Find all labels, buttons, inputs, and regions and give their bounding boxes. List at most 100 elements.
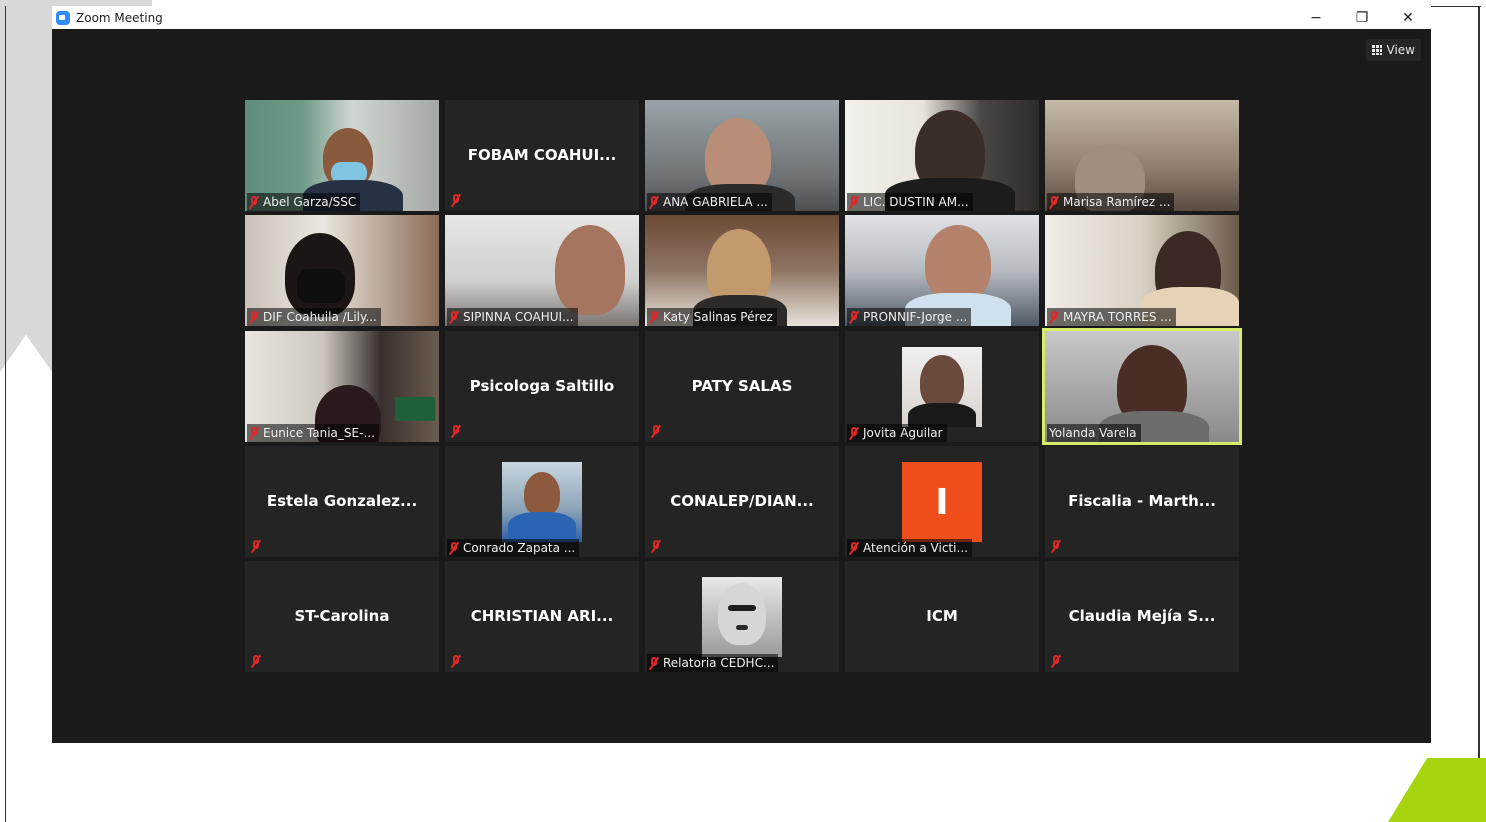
- window-title: Zoom Meeting: [76, 10, 163, 25]
- participant-figure: [718, 583, 766, 645]
- muted-microphone-icon: [249, 195, 259, 209]
- muted-microphone-icon: [1051, 540, 1061, 553]
- participant-figure: [524, 472, 560, 516]
- participant-name: DIF Coahuila /Lily...: [263, 310, 377, 324]
- muted-microphone-icon: [651, 540, 661, 553]
- muted-microphone-icon: [1049, 310, 1059, 324]
- participant-name: CONALEP/DIAN...: [670, 492, 814, 510]
- participant-tile[interactable]: SIPINNA COAHUI...: [445, 215, 639, 326]
- participant-tile[interactable]: ST-Carolina: [245, 561, 439, 672]
- grid-view-icon: [1371, 45, 1382, 55]
- aquarium: [395, 397, 435, 421]
- participant-tile[interactable]: Fiscalia - Marth...: [1045, 446, 1239, 557]
- participant-figure: [920, 355, 964, 409]
- participant-name: PRONNIF-Jorge ...: [863, 310, 968, 324]
- participant-tile[interactable]: Relatoria CEDHC...: [645, 561, 839, 672]
- window-controls: − ❐ ✕: [1293, 6, 1431, 29]
- participant-tile[interactable]: CONALEP/DIAN...: [645, 446, 839, 557]
- participant-tile[interactable]: Estela Gonzalez...: [245, 446, 439, 557]
- participant-name: ANA GABRIELA ...: [663, 195, 768, 209]
- participant-name: SIPINNA COAHUI...: [463, 310, 574, 324]
- view-button[interactable]: View: [1365, 39, 1421, 61]
- participant-name: ICM: [926, 607, 958, 625]
- participant-tile[interactable]: Jovita Aguilar: [845, 331, 1039, 442]
- muted-microphone-icon: [649, 195, 659, 209]
- participant-name: Jovita Aguilar: [863, 426, 943, 440]
- participant-tile[interactable]: Katy Salinas Pérez: [645, 215, 839, 326]
- participant-name-label: MAYRA TORRES ...: [1047, 308, 1176, 326]
- muted-microphone-icon: [249, 426, 259, 440]
- muted-microphone-icon: [449, 541, 459, 555]
- profile-photo: [502, 462, 582, 542]
- participant-tile[interactable]: Eunice Tania_SE-...: [245, 331, 439, 442]
- title-bar[interactable]: Zoom Meeting − ❐ ✕: [52, 6, 1431, 29]
- slide-decoration-green: [1388, 758, 1486, 822]
- participant-tile[interactable]: PRONNIF-Jorge ...: [845, 215, 1039, 326]
- muted-microphone-icon: [649, 656, 659, 670]
- participant-name: PATY SALAS: [691, 377, 793, 395]
- restore-button[interactable]: ❐: [1339, 6, 1385, 29]
- participant-name: Fiscalia - Marth...: [1068, 492, 1216, 510]
- participant-tile-active-speaker[interactable]: Yolanda Varela: [1042, 328, 1242, 445]
- participant-name: Katy Salinas Pérez: [663, 310, 773, 324]
- muted-microphone-icon: [849, 195, 859, 209]
- participant-tile[interactable]: Marisa Ramírez ...: [1045, 100, 1239, 211]
- muted-microphone-icon: [249, 310, 259, 324]
- participant-name-label: SIPINNA COAHUI...: [447, 308, 578, 326]
- participant-name: Conrado Zapata ...: [463, 541, 576, 555]
- participant-tile[interactable]: LIC. DUSTIN AM...: [845, 100, 1039, 211]
- close-button[interactable]: ✕: [1385, 6, 1431, 29]
- participant-name: Abel Garza/SSC: [263, 195, 357, 209]
- participant-name-label: PRONNIF-Jorge ...: [847, 308, 972, 326]
- participant-name-label: Yolanda Varela: [1047, 424, 1141, 442]
- slide-border: [5, 6, 6, 822]
- participant-name: Psicologa Saltillo: [469, 377, 615, 395]
- minimize-button[interactable]: −: [1293, 6, 1339, 29]
- participant-tile[interactable]: PATY SALAS: [645, 331, 839, 442]
- participant-tile[interactable]: Claudia Mejía S...: [1045, 561, 1239, 672]
- participant-name: Yolanda Varela: [1049, 426, 1137, 440]
- participant-name-label: Katy Salinas Pérez: [647, 308, 777, 326]
- participant-name: Eunice Tania_SE-...: [263, 426, 375, 440]
- participant-name: Atención a Victi...: [863, 541, 968, 555]
- slide-border: [1478, 6, 1480, 822]
- participant-name: CHRISTIAN ARI...: [470, 607, 614, 625]
- zoom-meeting-window: Zoom Meeting − ❐ ✕ View Abel Garza/SSC F…: [52, 6, 1431, 743]
- muted-microphone-icon: [449, 310, 459, 324]
- participant-name-label: Conrado Zapata ...: [447, 539, 580, 557]
- slide-decoration-gray: [0, 0, 52, 372]
- muted-microphone-icon: [451, 655, 461, 668]
- muted-microphone-icon: [251, 540, 261, 553]
- participant-tile[interactable]: ICM: [845, 561, 1039, 672]
- participant-name-label: Eunice Tania_SE-...: [247, 424, 379, 442]
- participant-name-label: ANA GABRIELA ...: [647, 193, 772, 211]
- participant-tile[interactable]: CHRISTIAN ARI...: [445, 561, 639, 672]
- participant-name-label: Jovita Aguilar: [847, 424, 947, 442]
- muted-microphone-icon: [651, 425, 661, 438]
- participant-name: Estela Gonzalez...: [266, 492, 418, 510]
- participant-figure: [555, 225, 625, 315]
- participant-tile[interactable]: Abel Garza/SSC: [245, 100, 439, 211]
- participant-name: ST-Carolina: [294, 607, 390, 625]
- participant-tile[interactable]: ANA GABRIELA ...: [645, 100, 839, 211]
- muted-microphone-icon: [451, 194, 461, 207]
- muted-microphone-icon: [451, 425, 461, 438]
- participant-figure: [925, 225, 991, 301]
- participant-name-label: LIC. DUSTIN AM...: [847, 193, 973, 211]
- participant-name: Relatoria CEDHC...: [663, 656, 775, 670]
- participant-tile[interactable]: MAYRA TORRES ...: [1045, 215, 1239, 326]
- participant-name-label: DIF Coahuila /Lily...: [247, 308, 381, 326]
- participant-tile[interactable]: Psicologa Saltillo: [445, 331, 639, 442]
- muted-microphone-icon: [1049, 195, 1059, 209]
- participant-tile[interactable]: Conrado Zapata ...: [445, 446, 639, 557]
- face-mask: [297, 269, 345, 303]
- avatar: I: [902, 462, 982, 542]
- participant-name: FOBAM COAHUI...: [467, 146, 617, 164]
- participant-tile[interactable]: FOBAM COAHUI...: [445, 100, 639, 211]
- participant-tile[interactable]: DIF Coahuila /Lily...: [245, 215, 439, 326]
- participant-name: LIC. DUSTIN AM...: [863, 195, 969, 209]
- participant-name-label: Marisa Ramírez ...: [1047, 193, 1175, 211]
- participant-tile[interactable]: I Atención a Victi...: [845, 446, 1039, 557]
- participant-mouth: [736, 625, 748, 630]
- muted-microphone-icon: [849, 426, 859, 440]
